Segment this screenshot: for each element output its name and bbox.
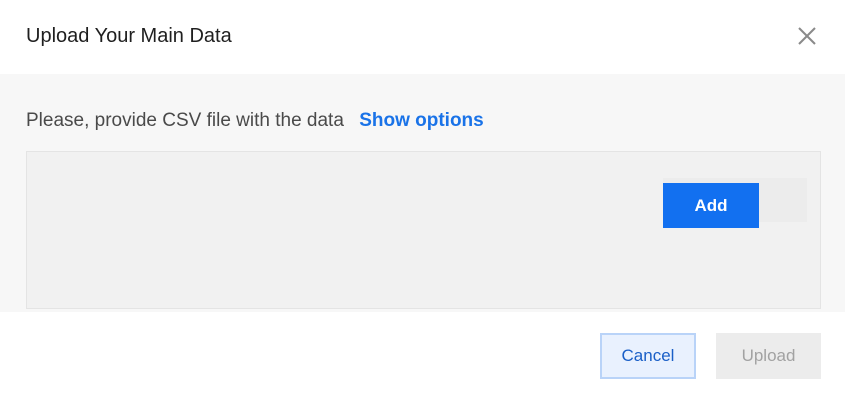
file-drop-zone[interactable]: Add xyxy=(26,151,821,309)
upload-dialog: Upload Your Main Data Please, provide CS… xyxy=(0,0,845,414)
upload-prompt: Please, provide CSV file with the data S… xyxy=(26,109,484,133)
dialog-body: Please, provide CSV file with the data S… xyxy=(0,74,845,312)
dialog-title: Upload Your Main Data xyxy=(26,25,232,47)
upload-button[interactable]: Upload xyxy=(716,333,821,379)
cancel-button[interactable]: Cancel xyxy=(600,333,696,379)
close-icon xyxy=(798,27,816,45)
dialog-header: Upload Your Main Data xyxy=(0,0,845,74)
add-file-button[interactable]: Add xyxy=(663,183,759,228)
close-button[interactable] xyxy=(793,22,821,50)
dialog-footer: Cancel Upload xyxy=(0,312,845,414)
show-options-link[interactable]: Show options xyxy=(359,110,484,131)
upload-instructions: Please, provide CSV file with the data xyxy=(26,110,344,131)
